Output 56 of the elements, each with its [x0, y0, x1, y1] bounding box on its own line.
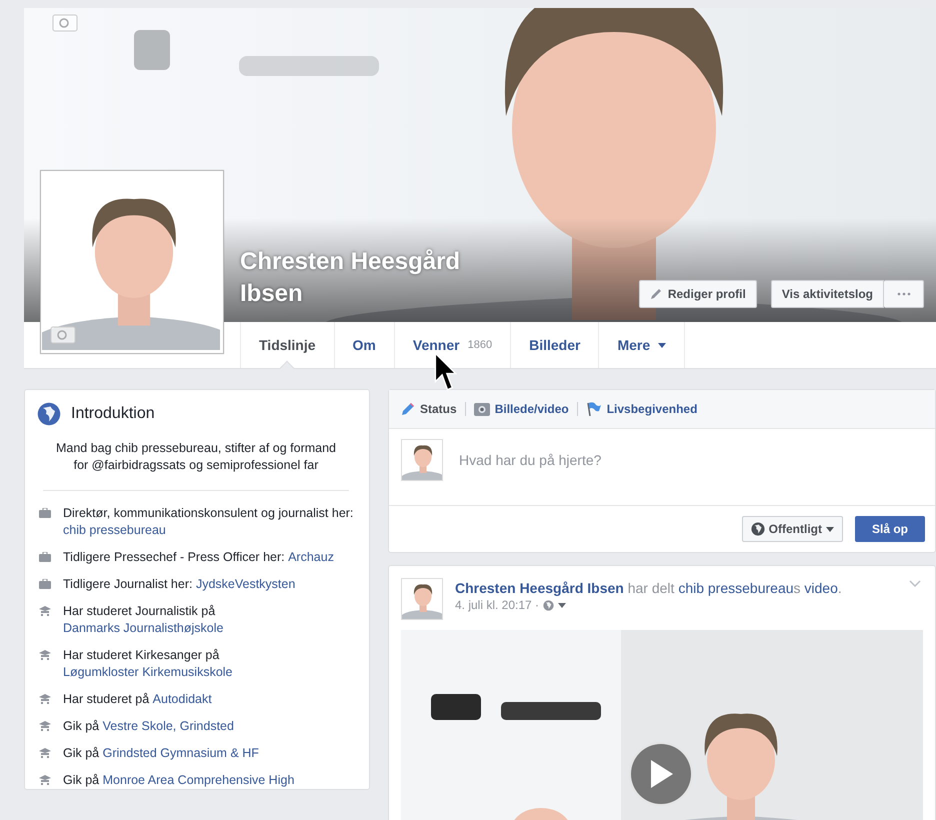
play-icon: [649, 760, 673, 788]
graduation-cap-icon: [39, 606, 51, 616]
intro-detail: Har studeret Journalistik på Danmarks Journalisthøjskole: [63, 603, 224, 637]
intro-detail: Gik på Grindsted Gymnasium & HF: [63, 745, 260, 762]
globe-icon: [37, 402, 61, 426]
camera-icon: [474, 402, 490, 416]
intro-detail: Gik på Monroe Area Comprehensive High: [63, 772, 296, 789]
detail-link[interactable]: Grindsted Gymnasium & HF: [102, 745, 259, 762]
bio-text: Mand bag chib pressebureau, stifter af og formand for @fairbidragssats og semiprofessionel far: [43, 426, 349, 491]
audience-button[interactable]: Offentligt: [742, 516, 843, 542]
post-button[interactable]: Slå op: [854, 516, 925, 542]
detail-link[interactable]: Archauz: [288, 549, 334, 566]
profile-tab[interactable]: Mere: [598, 322, 686, 368]
globe-icon: [750, 522, 765, 536]
detail-link[interactable]: chib pressebureau: [63, 522, 166, 539]
intro-detail: Direktør, kommunikationskonsulent og journalist her: chib pressebureau: [63, 505, 354, 539]
author-link[interactable]: Chresten Heesgård Ibsen: [455, 580, 624, 596]
post-link[interactable]: chib pressebureau: [678, 580, 794, 596]
composer-tab[interactable]: Livsbegivenhed: [586, 402, 706, 416]
flag-icon: [586, 402, 602, 416]
post-time: 4. juli kl. 20:17 ·: [455, 598, 540, 612]
intro-detail: Tidligere Journalist her: JydskeVestkysten: [63, 576, 296, 593]
pencil-icon: [401, 402, 415, 416]
profile-tab[interactable]: Billeder: [510, 322, 598, 368]
intro-title: Introduktion: [71, 405, 155, 423]
chevron-icon[interactable]: [909, 580, 921, 587]
post-link[interactable]: video: [804, 580, 838, 596]
detail-link[interactable]: Monroe Area Comprehensive High: [102, 772, 294, 789]
status-input[interactable]: Hvad har du på hjerte?: [457, 451, 923, 469]
post-header: Chresten Heesgård Ibsen har delt chib pressebureaus video.: [455, 579, 842, 598]
profile-tab[interactable]: Tidslinje: [240, 322, 334, 368]
briefcase-icon: [39, 508, 51, 518]
profile-tab[interactable]: Om: [334, 322, 394, 368]
graduation-cap-icon: [39, 694, 51, 704]
intro-detail: Gik på Vestre Skole, Grindsted: [63, 718, 235, 735]
graduation-cap-icon: [39, 775, 51, 785]
intro-detail: Har studeret på Autodidakt: [63, 691, 213, 708]
detail-link[interactable]: JydskeVestkysten: [196, 576, 296, 593]
composer-tab[interactable]: Billede/video: [474, 402, 577, 416]
intro-detail: Har studeret Kirkesanger på Løgumkloster Kirkemusikskole: [63, 647, 234, 681]
caret-icon: [558, 602, 566, 608]
globe-icon: [543, 600, 554, 610]
detail-link[interactable]: Autodidakt: [152, 691, 212, 708]
detail-link[interactable]: Danmarks Journalisthøjskole: [63, 620, 224, 637]
caret-icon: [826, 526, 834, 532]
camera-icon[interactable]: [50, 326, 76, 344]
graduation-cap-icon: [39, 748, 51, 758]
intro-detail: Tidligere Pressechef - Press Officer her: Archauz: [63, 549, 335, 566]
composer-tab[interactable]: Status: [401, 402, 465, 416]
briefcase-icon: [39, 552, 51, 562]
graduation-cap-icon: [39, 650, 51, 660]
briefcase-icon: [39, 579, 51, 589]
detail-link[interactable]: Vestre Skole, Grindsted: [102, 718, 234, 735]
graduation-cap-icon: [39, 721, 51, 731]
detail-link[interactable]: Løgumkloster Kirkemusikskole: [63, 664, 232, 681]
friend-count: 1860: [468, 339, 492, 351]
